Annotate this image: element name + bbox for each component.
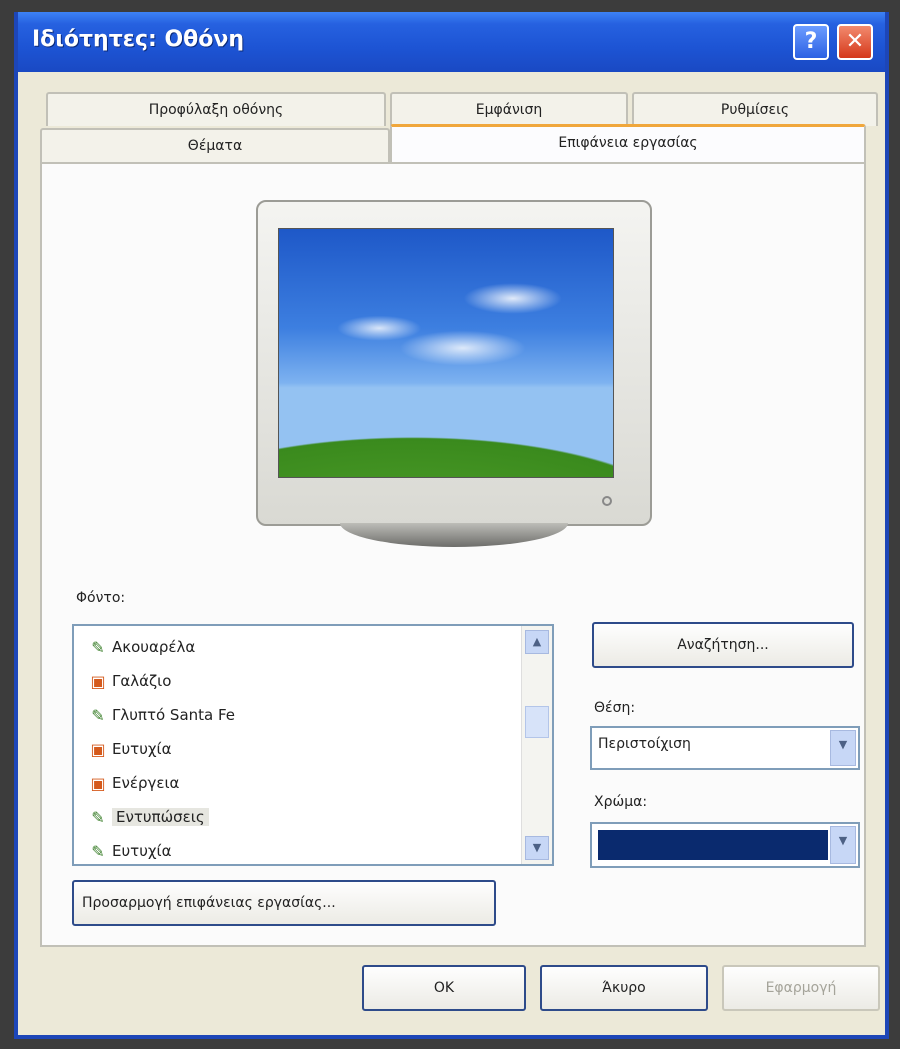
list-item-label: Ευτυχία — [112, 740, 172, 758]
list-item-label: Γαλάζιο — [112, 672, 172, 690]
list-item[interactable]: ✎ Ευτυχία — [88, 836, 518, 864]
list-item[interactable]: ✎ Ακουαρέλα — [88, 632, 518, 662]
tab-settings[interactable]: Ρυθμίσεις — [632, 92, 878, 126]
ok-button[interactable]: OK — [362, 965, 526, 1011]
position-select-value: Περιστοίχιση — [598, 736, 691, 752]
color-picker[interactable]: ▼ — [590, 822, 860, 868]
tab-themes[interactable]: Θέματα — [40, 128, 390, 164]
browse-button[interactable]: Αναζήτηση... — [592, 622, 854, 668]
scroll-down-icon[interactable]: ▼ — [525, 836, 549, 860]
customize-desktop-button[interactable]: Προσαρμογή επιφάνειας εργασίας... — [72, 880, 496, 926]
list-item[interactable]: ▣ Ευτυχία — [88, 734, 518, 764]
list-item-label: Εντυπώσεις — [112, 808, 209, 826]
window-title: Ιδιότητες: Οθόνη — [32, 27, 245, 52]
tab-appearance[interactable]: Εμφάνιση — [390, 92, 628, 126]
scroll-up-icon[interactable]: ▲ — [525, 630, 549, 654]
title-bar[interactable]: Ιδιότητες: Οθόνη ? ✕ — [18, 12, 885, 72]
tab-desktop[interactable]: Επιφάνεια εργασίας — [390, 124, 866, 164]
background-list[interactable]: ✎ Ακουαρέλα ▣ Γαλάζιο ✎ Γλυπτό Santa Fe ▣ Ευ… — [72, 624, 554, 866]
wallpaper-file-icon: ✎ — [91, 807, 105, 827]
apply-button[interactable]: Εφαρμογή — [722, 965, 880, 1011]
scroll-thumb[interactable] — [525, 706, 549, 738]
power-button-icon — [602, 496, 612, 506]
bitmap-file-icon: ▣ — [90, 739, 106, 759]
wallpaper-file-icon: ✎ — [91, 637, 105, 657]
bitmap-file-icon: ▣ — [90, 671, 106, 691]
list-scrollbar[interactable]: ▲ ▼ — [521, 626, 552, 864]
list-item[interactable]: ▣ Ενέργεια — [88, 768, 518, 798]
color-label: Χρώμα: — [594, 794, 648, 810]
color-swatch — [598, 830, 828, 860]
background-label: Φόντο: — [76, 590, 126, 606]
tab-screensaver[interactable]: Προφύλαξη οθόνης — [46, 92, 386, 126]
chevron-down-icon[interactable]: ▼ — [830, 730, 856, 766]
bitmap-file-icon: ▣ — [90, 773, 106, 793]
position-label: Θέση: — [594, 700, 636, 716]
wallpaper-file-icon: ✎ — [91, 841, 105, 861]
list-item[interactable]: ▣ Γαλάζιο — [88, 666, 518, 696]
wallpaper-file-icon: ✎ — [91, 705, 105, 725]
list-item-label: Ευτυχία — [112, 842, 172, 860]
list-item-selected[interactable]: ✎ Εντυπώσεις — [88, 802, 518, 832]
close-button[interactable]: ✕ — [837, 24, 873, 60]
list-item-label: Ενέργεια — [112, 774, 180, 792]
list-item-label: Γλυπτό Santa Fe — [112, 706, 236, 724]
help-button[interactable]: ? — [793, 24, 829, 60]
chevron-down-icon[interactable]: ▼ — [830, 826, 856, 864]
list-item-label: Ακουαρέλα — [112, 638, 196, 656]
monitor-preview — [256, 200, 652, 526]
position-select[interactable]: Περιστοίχιση ▼ — [590, 726, 860, 770]
wallpaper-preview-image — [278, 228, 614, 478]
list-item[interactable]: ✎ Γλυπτό Santa Fe — [88, 700, 518, 730]
cancel-button[interactable]: Άκυρο — [540, 965, 708, 1011]
